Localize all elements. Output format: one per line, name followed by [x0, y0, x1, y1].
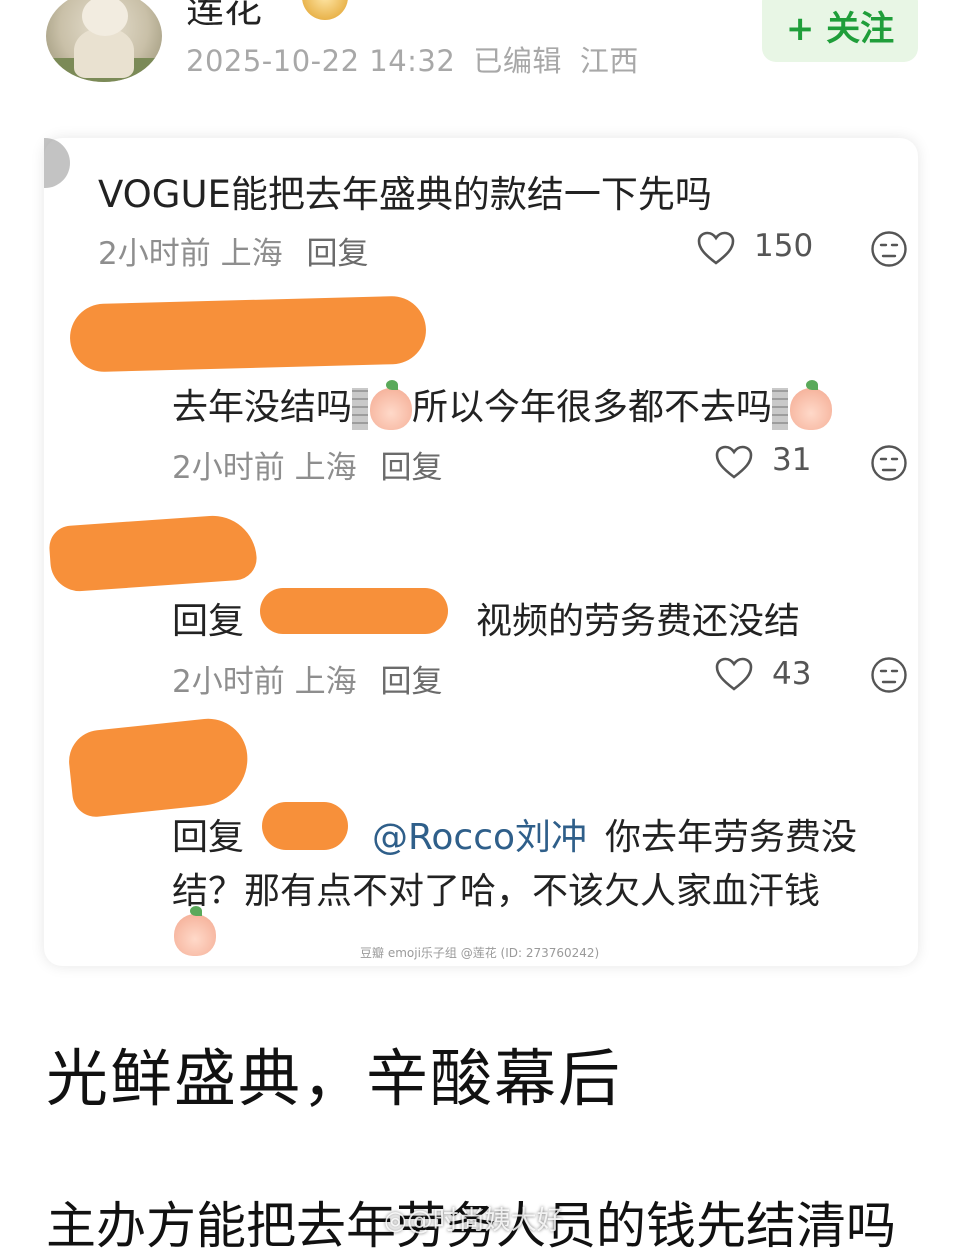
- comment-text-part: 所以今年很多都不去吗: [412, 387, 773, 428]
- comment-text: VOGUE能把去年盛典的款结一下先吗: [98, 173, 712, 216]
- reply-prefix: 回复: [172, 817, 245, 858]
- wall-emoji-icon: [772, 388, 789, 430]
- peach-emoji-icon: [174, 906, 216, 956]
- redacted-username: [69, 295, 427, 373]
- lantern-badge-icon: [302, 0, 348, 20]
- post-location: 江西: [579, 44, 639, 78]
- redacted-reply-target: [262, 802, 348, 850]
- comment-text: 视频的劳务费还没结: [476, 601, 801, 642]
- like-count: 31: [772, 442, 812, 478]
- comment-text: 去年没结吗 所以今年很多都不去吗: [172, 378, 833, 430]
- dislike-face-icon[interactable]: [870, 656, 908, 694]
- comment-text-part: 去年没结吗: [172, 387, 353, 428]
- comment-text: 结？那有点不对了哈，不该欠人家血汗钱: [172, 871, 821, 912]
- post-date: 2025-10-22 14:32: [186, 44, 456, 78]
- comment-location: 上海: [294, 450, 357, 486]
- reply-link[interactable]: 回复: [380, 664, 442, 700]
- comment-text: @Rocco刘冲 你去年劳务费没: [372, 808, 857, 860]
- post-meta: 2025-10-22 14:32 已编辑 江西: [186, 38, 657, 80]
- reply-prefix: 回复: [172, 601, 245, 642]
- peach-emoji-icon: [790, 380, 833, 430]
- wall-emoji-icon: [352, 388, 369, 430]
- comment-time: 2小时前: [172, 664, 285, 700]
- author-avatar[interactable]: [46, 0, 162, 82]
- comment-meta: 2小时前 上海 回复: [172, 442, 442, 487]
- reply-link[interactable]: 回复: [306, 236, 368, 272]
- comment-time: 2小时前: [98, 236, 211, 272]
- author-name[interactable]: 莲花: [186, 0, 262, 33]
- comment-meta: 2小时前 上海 回复: [172, 656, 442, 701]
- dislike-face-icon[interactable]: [870, 444, 908, 482]
- comment-location: 上海: [220, 236, 283, 272]
- comment-meta: 2小时前 上海 回复: [98, 228, 368, 273]
- follow-button[interactable]: + 关注: [762, 0, 918, 62]
- like-heart-icon[interactable]: [696, 230, 736, 266]
- weibo-watermark: ◎@时尚姨大好: [384, 1206, 563, 1236]
- like-count: 43: [772, 656, 812, 692]
- like-count: 150: [754, 228, 814, 264]
- mention-link[interactable]: @Rocco刘冲: [372, 817, 587, 858]
- screenshot-watermark: 豆瓣 emoji乐子组 @莲花 (ID: 273760242): [360, 946, 600, 960]
- post-edited: 已编辑: [473, 44, 562, 78]
- post-headline: 光鲜盛典，辛酸幕后: [46, 1042, 623, 1115]
- comment-time: 2小时前: [172, 450, 285, 486]
- comment-text: 回复: [172, 808, 244, 860]
- reply-link[interactable]: 回复: [380, 450, 442, 486]
- redacted-reply-target: [260, 588, 448, 634]
- peach-emoji-icon: [370, 380, 413, 430]
- like-heart-icon[interactable]: [714, 656, 754, 692]
- comment-text-part: 你去年劳务费没: [605, 817, 858, 858]
- dislike-face-icon[interactable]: [870, 230, 908, 268]
- comment-text: 回复: [172, 592, 244, 644]
- like-heart-icon[interactable]: [714, 444, 754, 480]
- comment-location: 上海: [294, 664, 357, 700]
